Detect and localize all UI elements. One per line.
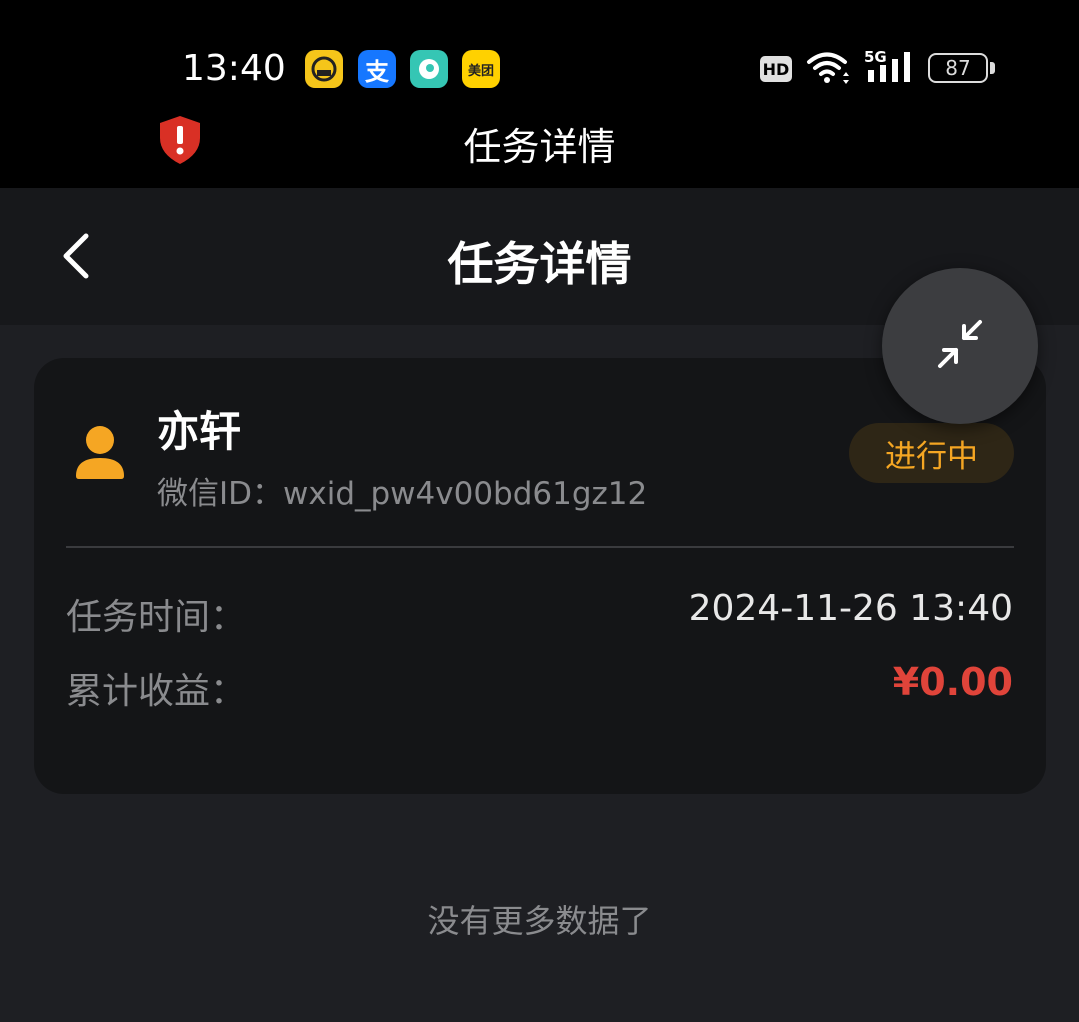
meituan-icon: 美团 xyxy=(462,50,500,88)
wifi-icon xyxy=(806,50,852,90)
user-name: 亦轩 xyxy=(157,407,242,456)
car-app-icon xyxy=(305,50,343,88)
earnings-label: 累计收益： xyxy=(66,671,247,712)
status-badge: 进行中 xyxy=(849,423,1014,483)
collapse-float-button[interactable] xyxy=(882,268,1038,424)
task-time-label: 任务时间： xyxy=(66,597,247,638)
battery-level: 87 xyxy=(945,56,971,80)
soul-app-icon xyxy=(410,50,448,88)
user-avatar-icon xyxy=(74,424,126,484)
earnings-value: ¥0.00 xyxy=(892,660,1013,704)
status-time: 13:40 xyxy=(182,48,286,89)
status-bar xyxy=(0,0,1079,110)
alipay-icon: 支 xyxy=(358,50,396,88)
no-more-data-text: 没有更多数据了 xyxy=(427,902,652,940)
battery-indicator: 87 xyxy=(928,53,988,83)
battery-tip xyxy=(990,62,995,74)
signal-5g-icon: 5G xyxy=(864,48,916,90)
hd-badge: HD xyxy=(760,56,792,82)
card-divider xyxy=(66,546,1014,548)
collapse-arrows-icon xyxy=(938,320,982,368)
wechat-id: 微信ID：wxid_pw4v00bd61gz12 xyxy=(157,476,648,512)
system-page-title: 任务详情 xyxy=(463,125,616,169)
network-label: 5G xyxy=(864,48,887,66)
task-time-value: 2024-11-26 13:40 xyxy=(688,588,1013,629)
